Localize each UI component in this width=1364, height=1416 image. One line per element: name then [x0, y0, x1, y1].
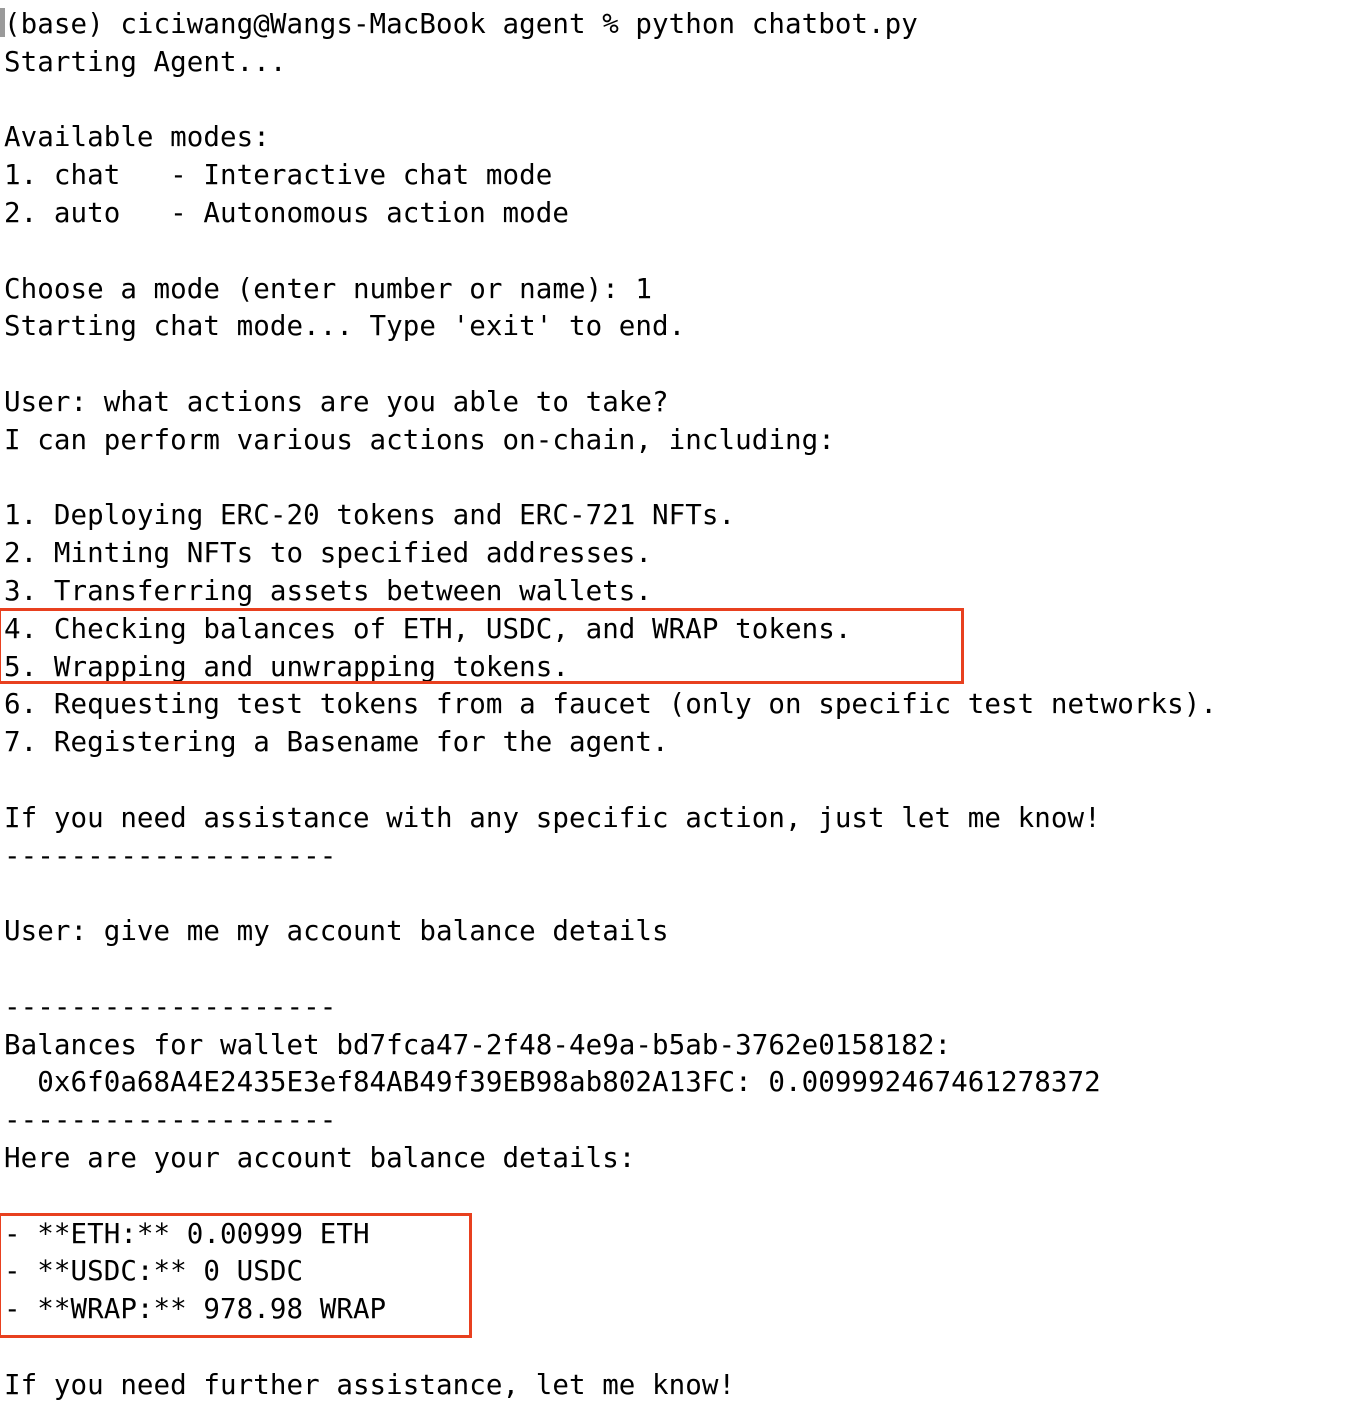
terminal-line-startup: Starting Agent... [4, 45, 287, 78]
terminal-line-agent-outro-1: If you need assistance with any specific… [4, 801, 1101, 834]
terminal-line-separator-3: -------------------- [4, 1104, 337, 1137]
terminal-line-balance-wrap: - **WRAP:** 978.98 WRAP [4, 1293, 387, 1326]
terminal-line-mode-auto: 2. auto - Autonomous action mode [4, 196, 569, 229]
terminal-line-agent-intro: I can perform various actions on-chain, … [4, 423, 835, 456]
terminal-line-agent-outro-2: If you need further assistance, let me k… [4, 1368, 736, 1401]
block-cursor-icon [0, 8, 5, 37]
terminal-line-mode-prompt: Choose a mode (enter number or name): 1 [4, 272, 653, 305]
terminal-line-balances-header: Here are your account balance details: [4, 1141, 636, 1174]
terminal-line-balance-eth: - **ETH:** 0.00999 ETH [4, 1217, 370, 1250]
terminal-line-modes-header: Available modes: [4, 121, 270, 154]
terminal-line-mode-chat: 1. chat - Interactive chat mode [4, 159, 553, 192]
terminal-line-balance-usdc: - **USDC:** 0 USDC [4, 1255, 304, 1288]
terminal-line-capability-2: 2. Minting NFTs to specified addresses. [4, 537, 653, 570]
terminal-line-capability-5: 5. Wrapping and unwrapping tokens. [4, 650, 569, 683]
terminal-line-prompt: (base) ciciwang@Wangs-MacBook agent % py… [4, 8, 918, 40]
terminal-line-capability-7: 7. Registering a Basename for the agent. [4, 726, 669, 759]
terminal-line-wallet-header: Balances for wallet bd7fca47-2f48-4e9a-b… [4, 1028, 952, 1061]
terminal-line-capability-1: 1. Deploying ERC-20 tokens and ERC-721 N… [4, 499, 736, 532]
terminal-line-user-message-2: User: give me my account balance details [4, 915, 669, 948]
terminal-line-capability-4: 4. Checking balances of ETH, USDC, and W… [4, 612, 852, 645]
terminal-line-separator-1: -------------------- [4, 839, 337, 872]
terminal-output[interactable]: (base) ciciwang@Wangs-MacBook agent % py… [0, 0, 1364, 1416]
terminal-line-separator-2: -------------------- [4, 990, 337, 1023]
terminal-line-capability-3: 3. Transferring assets between wallets. [4, 574, 653, 607]
terminal-line-mode-started: Starting chat mode... Type 'exit' to end… [4, 310, 686, 343]
terminal-line-capability-6: 6. Requesting test tokens from a faucet … [4, 688, 1217, 721]
terminal-line-wallet-address: 0x6f0a68A4E2435E3ef84AB49f39EB98ab802A13… [4, 1066, 1101, 1099]
terminal-line-user-message-1: User: what actions are you able to take? [4, 385, 669, 418]
